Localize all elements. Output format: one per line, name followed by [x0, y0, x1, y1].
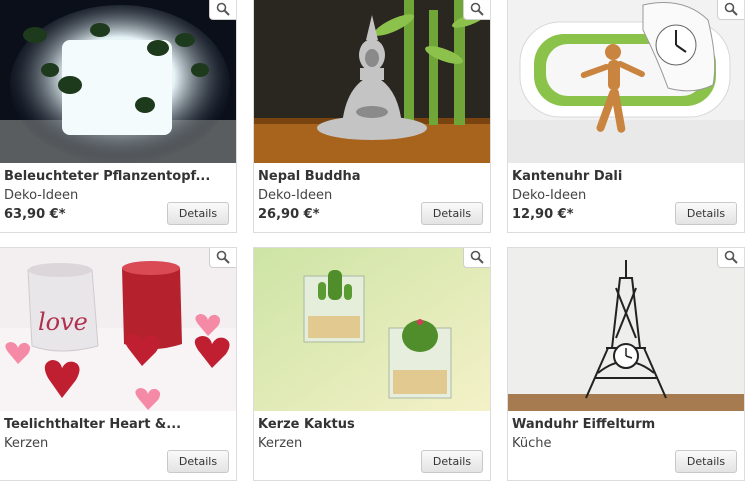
product-title[interactable]: Kantenuhr Dali	[512, 169, 738, 184]
details-button[interactable]: Details	[167, 450, 229, 473]
svg-text:love: love	[38, 308, 88, 336]
product-category: Kerzen	[258, 436, 303, 451]
magnifier-icon	[470, 2, 484, 16]
product-price: 63,90 €*	[4, 207, 66, 222]
magnifier-icon	[470, 250, 484, 264]
magnifier-icon	[724, 250, 738, 264]
zoom-button[interactable]	[209, 248, 236, 268]
product-category: Deko-Ideen	[258, 188, 333, 203]
magnifier-icon	[724, 2, 738, 16]
magnifier-icon	[216, 250, 230, 264]
product-category: Deko-Ideen	[4, 188, 79, 203]
zoom-button[interactable]	[209, 0, 236, 20]
product-card[interactable]: Kantenuhr Dali Deko-Ideen 12,90 €* Detai…	[507, 0, 745, 233]
product-title[interactable]: Nepal Buddha	[258, 169, 484, 184]
product-grid: Beleuchteter Pflanzentopf... Deko-Ideen …	[0, 0, 746, 481]
product-price: 26,90 €*	[258, 207, 320, 222]
product-image[interactable]: love	[0, 248, 236, 411]
zoom-button[interactable]	[717, 248, 744, 268]
product-image[interactable]	[508, 248, 744, 411]
product-card[interactable]: love Teelichthalter Heart &... Kerzen De…	[0, 247, 237, 481]
product-card[interactable]: Kerze Kaktus Kerzen Details	[253, 247, 491, 481]
details-button[interactable]: Details	[421, 450, 483, 473]
product-price: 12,90 €*	[512, 207, 574, 222]
product-title[interactable]: Wanduhr Eiffelturm	[512, 417, 738, 432]
product-title[interactable]: Teelichthalter Heart &...	[4, 417, 230, 432]
details-button[interactable]: Details	[675, 202, 737, 225]
product-image[interactable]	[254, 248, 490, 411]
zoom-button[interactable]	[717, 0, 744, 20]
product-card[interactable]: Wanduhr Eiffelturm Küche Details	[507, 247, 745, 481]
product-category: Kerzen	[4, 436, 49, 451]
product-category: Deko-Ideen	[512, 188, 587, 203]
product-card[interactable]: Beleuchteter Pflanzentopf... Deko-Ideen …	[0, 0, 237, 233]
product-card[interactable]: Nepal Buddha Deko-Ideen 26,90 €* Details	[253, 0, 491, 233]
zoom-button[interactable]	[463, 248, 490, 268]
product-title[interactable]: Kerze Kaktus	[258, 417, 484, 432]
details-button[interactable]: Details	[167, 202, 229, 225]
product-image[interactable]	[254, 0, 490, 163]
zoom-button[interactable]	[463, 0, 490, 20]
product-title[interactable]: Beleuchteter Pflanzentopf...	[4, 169, 230, 184]
details-button[interactable]: Details	[675, 450, 737, 473]
magnifier-icon	[216, 2, 230, 16]
product-category: Küche	[512, 436, 552, 451]
product-image[interactable]	[508, 0, 744, 163]
details-button[interactable]: Details	[421, 202, 483, 225]
product-image[interactable]	[0, 0, 236, 163]
